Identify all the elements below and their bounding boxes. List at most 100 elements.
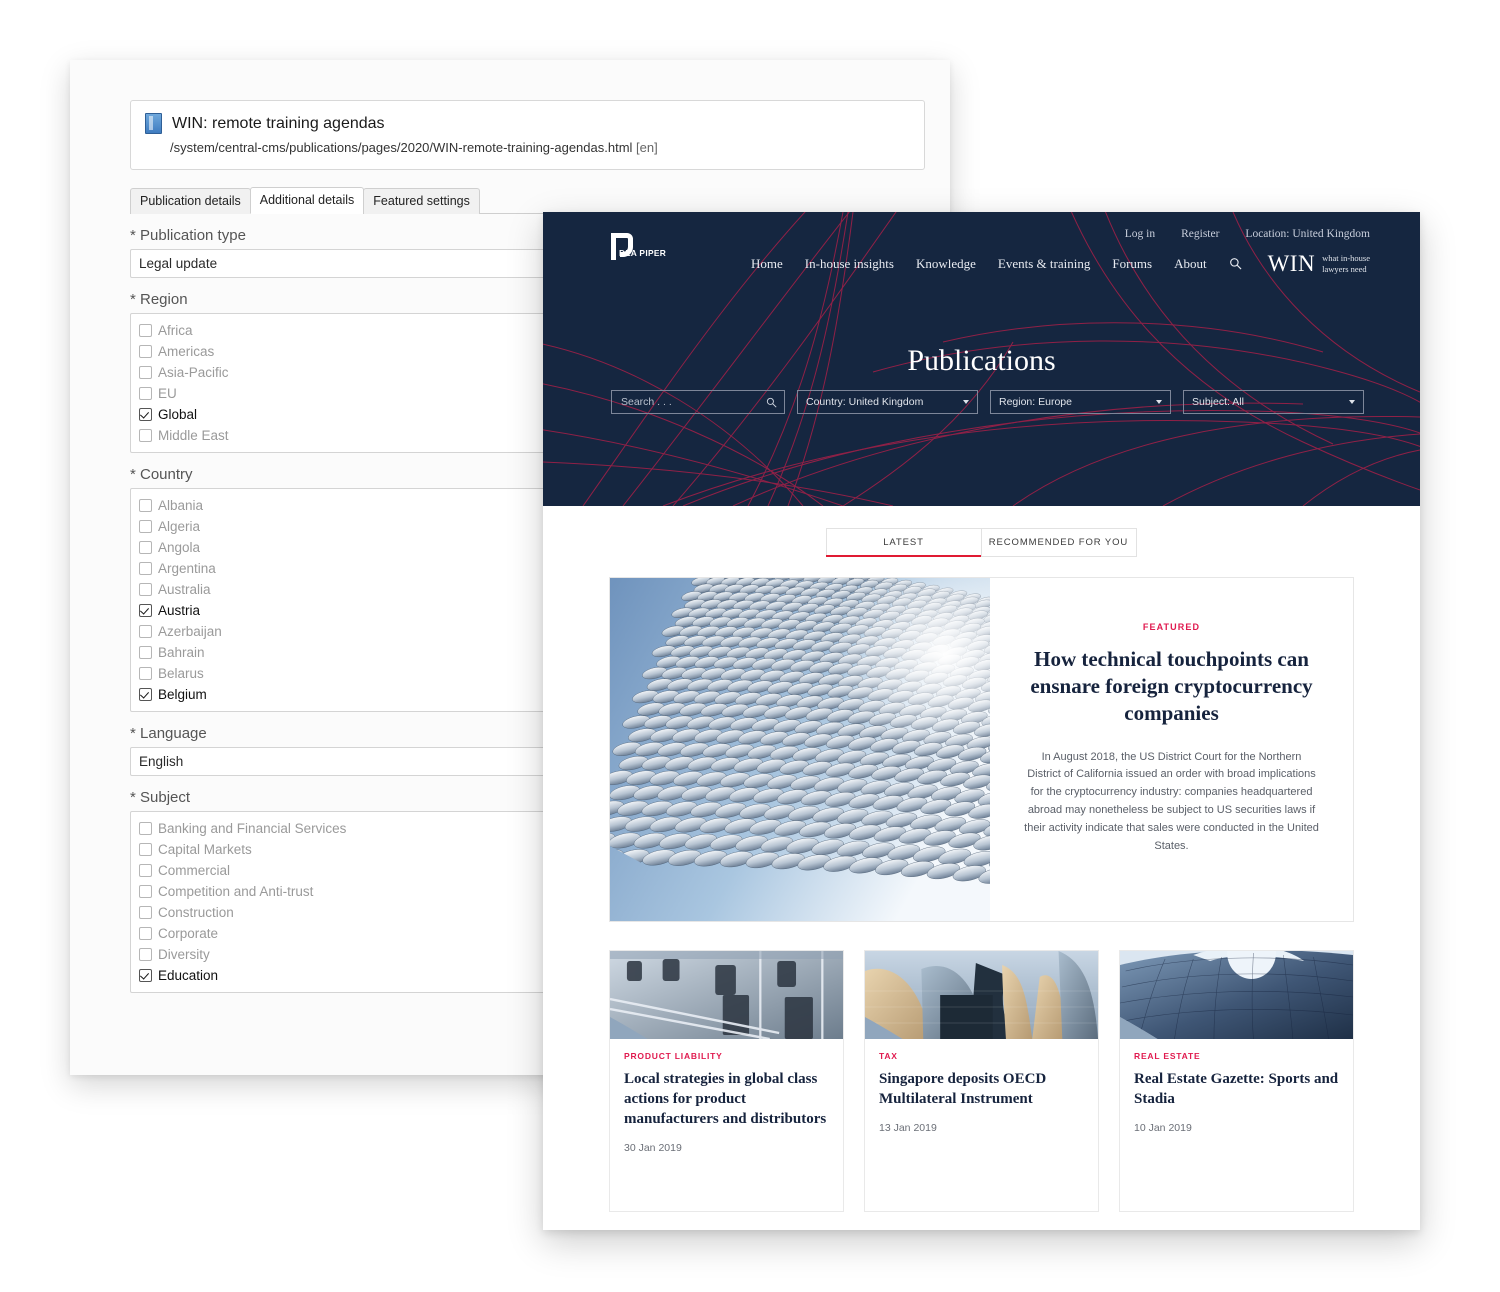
hero-topbar: DLA PIPER Log in Register Location: Unit… (543, 212, 1420, 284)
checkbox-bahrain[interactable] (139, 646, 152, 659)
checkbox-asia-pacific[interactable] (139, 366, 152, 379)
article-card-category: PRODUCT LIABILITY (624, 1051, 723, 1061)
main-nav: Home In-house insights Knowledge Events … (751, 252, 1370, 275)
checkbox-label-africa: Africa (158, 323, 193, 338)
checkbox-australia[interactable] (139, 583, 152, 596)
hero-banner: DLA PIPER Log in Register Location: Unit… (543, 212, 1420, 506)
subject-filter-value: All (1232, 396, 1244, 408)
checkbox-capital-markets[interactable] (139, 843, 152, 856)
checkbox-austria[interactable] (139, 604, 152, 617)
cms-tabstrip: Publication details Additional details F… (130, 186, 940, 214)
tab-recommended-for-you[interactable]: RECOMMENDED FOR YOU (980, 528, 1137, 557)
featured-eyebrow: FEATURED (1142, 622, 1201, 632)
checkbox-commercial[interactable] (139, 864, 152, 877)
checkbox-label-americas: Americas (158, 344, 215, 359)
checkbox-argentina[interactable] (139, 562, 152, 575)
checkbox-label-austria: Austria (158, 603, 201, 618)
article-card-date: 30 Jan 2019 (624, 1141, 682, 1154)
tab-featured-settings[interactable]: Featured settings (363, 188, 480, 214)
page-heading: Publications (907, 344, 1056, 377)
checkbox-education[interactable] (139, 969, 152, 982)
win-tagline-line2: lawyers need (1322, 263, 1367, 274)
utility-nav-item-location[interactable]: Location: United Kingdom (1245, 228, 1370, 240)
svg-text:DLA PIPER: DLA PIPER (619, 248, 666, 258)
search-icon[interactable] (1229, 257, 1242, 270)
region-filter-select[interactable]: Region: Europe (990, 390, 1171, 414)
checkbox-label-capital-markets: Capital Markets (158, 842, 252, 857)
article-card-row: PRODUCT LIABILITY Local strategies in gl… (609, 950, 1354, 1212)
country-filter-label: Country: (806, 396, 846, 408)
checkbox-africa[interactable] (139, 324, 152, 337)
checkbox-angola[interactable] (139, 541, 152, 554)
checkbox-label-global: Global (158, 407, 198, 422)
country-filter-text: Country: United Kingdom (806, 396, 923, 408)
featured-article-card[interactable]: FEATURED How technical touchpoints can e… (609, 577, 1354, 922)
article-card[interactable]: REAL ESTATE Real Estate Gazette: Sports … (1119, 950, 1354, 1212)
checkbox-belgium[interactable] (139, 688, 152, 701)
article-card-category: TAX (879, 1051, 898, 1061)
nav-item-in-house-insights[interactable]: In-house insights (805, 256, 894, 272)
checkbox-label-belgium: Belgium (158, 687, 207, 702)
nav-item-forums[interactable]: Forums (1112, 256, 1152, 272)
featured-title[interactable]: How technical touchpoints can ensnare fo… (1024, 646, 1319, 727)
checkbox-corporate[interactable] (139, 927, 152, 940)
checkbox-label-algeria: Algeria (158, 519, 201, 534)
tab-latest[interactable]: LATEST (825, 528, 982, 557)
win-brand[interactable]: WIN what in-house lawyers need (1268, 252, 1370, 275)
checkbox-label-belarus: Belarus (158, 666, 204, 681)
region-filter-label: Region: (999, 396, 1036, 408)
article-card-date: 13 Jan 2019 (879, 1121, 937, 1134)
article-card[interactable]: TAX Singapore deposits OECD Multilateral… (864, 950, 1099, 1212)
chevron-down-icon[interactable] (963, 400, 969, 404)
region-filter-text: Region: Europe (999, 396, 1072, 408)
article-card-title[interactable]: Real Estate Gazette: Sports and Stadia (1134, 1070, 1339, 1110)
checkbox-americas[interactable] (139, 345, 152, 358)
article-card-body: PRODUCT LIABILITY Local strategies in gl… (610, 1039, 843, 1172)
page-path-text: /system/central-cms/publications/pages/2… (170, 140, 633, 155)
subject-filter-select[interactable]: Subject: All (1183, 390, 1364, 414)
search-submit-icon[interactable] (766, 397, 777, 408)
article-card-image (1120, 951, 1353, 1039)
checkbox-label-commercial: Commercial (158, 863, 231, 878)
article-card[interactable]: PRODUCT LIABILITY Local strategies in gl… (609, 950, 844, 1212)
checkbox-albania[interactable] (139, 499, 152, 512)
article-card-body: REAL ESTATE Real Estate Gazette: Sports … (1120, 1039, 1353, 1152)
checkbox-competition-and-anti-trust[interactable] (139, 885, 152, 898)
checkbox-diversity[interactable] (139, 948, 152, 961)
tab-publication-details[interactable]: Publication details (130, 188, 251, 214)
search-box[interactable] (611, 390, 785, 414)
checkbox-middle-east[interactable] (139, 429, 152, 442)
nav-item-knowledge[interactable]: Knowledge (916, 256, 976, 272)
checkbox-belarus[interactable] (139, 667, 152, 680)
page-path: /system/central-cms/publications/pages/2… (170, 140, 910, 155)
nav-item-home[interactable]: Home (751, 256, 783, 272)
checkbox-label-middle-east: Middle East (158, 428, 229, 443)
tab-additional-details[interactable]: Additional details (249, 187, 365, 214)
chevron-down-icon[interactable] (1156, 400, 1162, 404)
checkbox-banking-and-financial-services[interactable] (139, 822, 152, 835)
article-card-title[interactable]: Singapore deposits OECD Multilateral Ins… (879, 1070, 1084, 1110)
checkbox-label-albania: Albania (158, 498, 204, 513)
checkbox-label-asia-pacific: Asia-Pacific (158, 365, 229, 380)
country-filter-select[interactable]: Country: United Kingdom (797, 390, 978, 414)
checkbox-azerbaijan[interactable] (139, 625, 152, 638)
utility-nav-item-register[interactable]: Register (1181, 228, 1219, 240)
search-input[interactable] (619, 395, 766, 409)
checkbox-label-bahrain: Bahrain (158, 645, 205, 660)
win-tagline: what in-house lawyers need (1322, 253, 1370, 274)
article-card-category: REAL ESTATE (1134, 1051, 1201, 1061)
nav-item-events-and-training[interactable]: Events & training (998, 256, 1090, 272)
checkbox-label-corporate: Corporate (158, 926, 219, 941)
article-card-title[interactable]: Local strategies in global class actions… (624, 1070, 829, 1130)
subject-filter-label: Subject: (1192, 396, 1230, 408)
publications-body: LATEST RECOMMENDED FOR YOU FEATURED How … (543, 506, 1420, 1230)
article-card-body: TAX Singapore deposits OECD Multilateral… (865, 1039, 1098, 1152)
chevron-down-icon[interactable] (1349, 400, 1355, 404)
checkbox-eu[interactable] (139, 387, 152, 400)
utility-nav-item-login[interactable]: Log in (1125, 228, 1155, 240)
dla-piper-logo[interactable]: DLA PIPER (607, 230, 669, 264)
checkbox-algeria[interactable] (139, 520, 152, 533)
checkbox-global[interactable] (139, 408, 152, 421)
nav-item-about[interactable]: About (1174, 256, 1207, 272)
checkbox-construction[interactable] (139, 906, 152, 919)
